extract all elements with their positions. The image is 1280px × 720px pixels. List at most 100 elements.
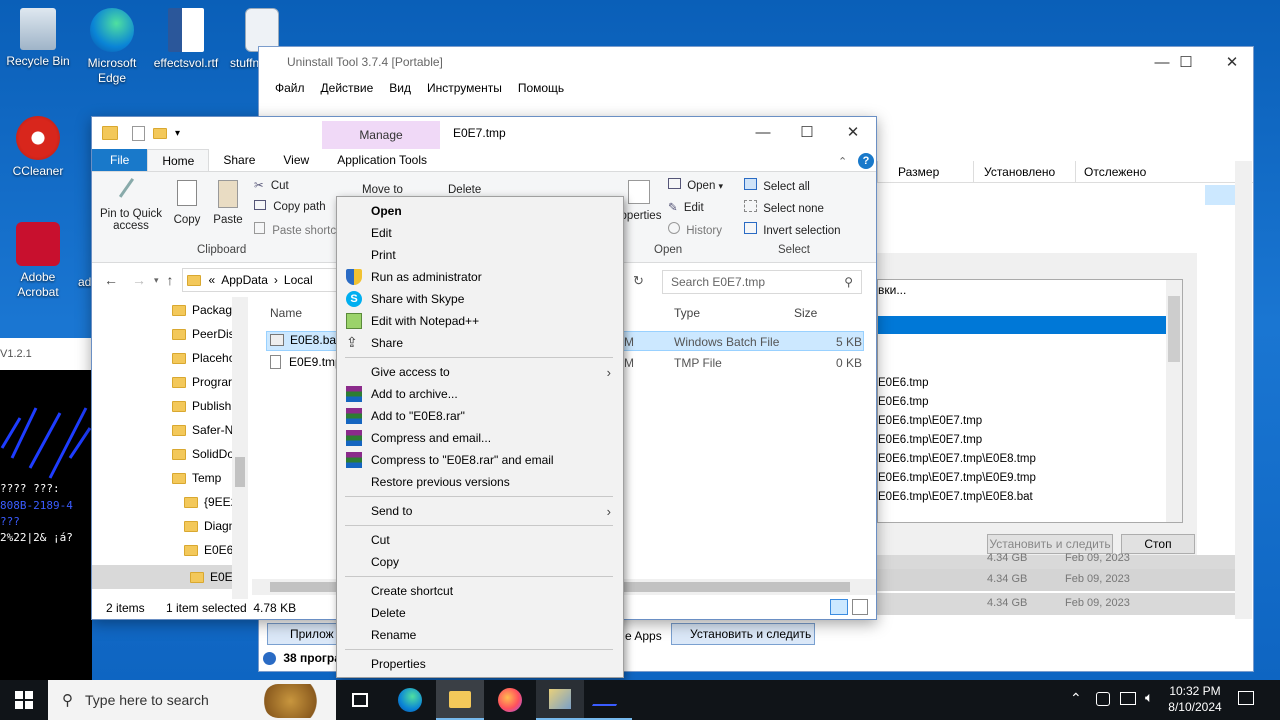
menu-tools[interactable]: Инструменты xyxy=(427,81,502,95)
copy-path-button[interactable]: Copy path xyxy=(254,200,326,213)
desktop-icon-recycle-bin[interactable]: Recycle Bin xyxy=(0,8,76,69)
menu-file[interactable]: Файл xyxy=(275,81,305,95)
maximize-button[interactable]: ☐ xyxy=(1163,47,1209,77)
menu-item-run-as-admin[interactable]: Run as administrator xyxy=(337,266,623,288)
network-icon[interactable] xyxy=(1120,692,1136,705)
tray-chevron-icon[interactable]: ⌃ xyxy=(1070,690,1082,707)
menu-item-compress-email[interactable]: Compress and email... xyxy=(337,427,623,449)
copy-button[interactable]: Copy xyxy=(170,180,204,226)
close-button[interactable]: ✕ xyxy=(1209,47,1255,77)
column-size[interactable]: Размер xyxy=(877,161,973,182)
delete-button[interactable]: Delete xyxy=(448,184,481,196)
menu-item-send-to[interactable]: Send to › xyxy=(337,500,623,522)
menu-item-give-access[interactable]: Give access to › xyxy=(337,361,623,383)
edit-button[interactable]: ✎ Edit xyxy=(668,200,704,214)
explorer-close-button[interactable]: ✕ xyxy=(830,117,876,147)
menu-item-open[interactable]: Open xyxy=(337,200,623,222)
taskbar-search[interactable]: ⚲ Type here to search xyxy=(48,680,336,720)
program-row[interactable]: 4.34 GB Feb 09, 2023 xyxy=(877,569,1235,591)
column-type[interactable]: Type xyxy=(674,306,700,320)
taskbar-explorer[interactable] xyxy=(436,680,484,720)
menu-item-add-rar[interactable]: Add to "E0E8.rar" xyxy=(337,405,623,427)
menu-action[interactable]: Действие xyxy=(321,81,374,95)
back-icon[interactable]: ← xyxy=(104,272,118,288)
tree-item[interactable]: Safer-N xyxy=(172,423,233,437)
explorer-minimize-button[interactable]: — xyxy=(740,117,786,147)
column-installed[interactable]: Установлено xyxy=(973,161,1075,182)
cut-button[interactable]: ✂ Cut xyxy=(254,178,289,192)
move-to-button[interactable]: Move to xyxy=(362,184,403,196)
ut-bottom-tab-install-track[interactable]: Установить и следить xyxy=(671,623,815,645)
desktop-icon-effectsvol[interactable]: effectsvol.rtf xyxy=(148,8,224,71)
file-row[interactable]: E0E8.bat xyxy=(270,333,339,347)
properties-button[interactable]: operties xyxy=(620,180,662,222)
history-button[interactable]: History xyxy=(668,222,722,237)
tree-item[interactable]: Diagn xyxy=(184,519,235,533)
properties-qa-icon[interactable] xyxy=(132,125,145,141)
column-size[interactable]: Size xyxy=(794,306,817,320)
tray-security-icon[interactable] xyxy=(1096,692,1110,706)
desktop-icon-edge[interactable]: Microsoft Edge xyxy=(74,8,150,86)
recent-dropdown-icon[interactable]: ▾ xyxy=(154,275,159,286)
menu-item-copy[interactable]: Copy xyxy=(337,551,623,573)
taskbar-firefox[interactable] xyxy=(486,680,534,720)
up-icon[interactable]: ↑ xyxy=(167,272,174,288)
desktop-icon-acrobat[interactable]: Adobe Acrobat xyxy=(0,222,76,300)
breadcrumb-appdata[interactable]: AppData xyxy=(221,273,268,287)
select-all-button[interactable]: Select all xyxy=(744,178,810,193)
menu-item-restore-versions[interactable]: Restore previous versions xyxy=(337,471,623,493)
volume-icon[interactable]: 🔈︎ xyxy=(1145,689,1153,706)
refresh-icon[interactable]: ↻ xyxy=(633,273,644,289)
tab-application-tools[interactable]: Application Tools xyxy=(323,149,441,171)
clock[interactable]: 10:32 PM 8/10/2024 xyxy=(1164,683,1226,715)
tree-item[interactable]: Publish xyxy=(172,399,231,413)
tab-home[interactable]: Home xyxy=(147,149,210,171)
tree-scrollbar[interactable] xyxy=(232,297,248,599)
menu-item-edit[interactable]: Edit xyxy=(337,222,623,244)
file-row[interactable]: E0E9.tmp xyxy=(270,355,342,369)
taskbar-terminal-app[interactable] xyxy=(584,680,632,720)
menu-item-add-archive[interactable]: Add to archive... xyxy=(337,383,623,405)
ut-scrollbar[interactable] xyxy=(1235,161,1252,619)
search-box[interactable]: Search E0E7.tmp ⚲ xyxy=(662,270,862,294)
tree-item[interactable]: Packag xyxy=(172,303,232,317)
menu-item-properties[interactable]: Properties xyxy=(337,653,623,675)
tree-scroll-thumb[interactable] xyxy=(235,457,245,487)
forward-icon[interactable]: → xyxy=(132,272,146,288)
menu-item-print[interactable]: Print xyxy=(337,244,623,266)
breadcrumb-overflow[interactable]: « xyxy=(209,273,216,287)
start-button[interactable] xyxy=(0,680,48,720)
tab-file[interactable]: File xyxy=(92,149,148,171)
details-view-icon[interactable] xyxy=(830,599,848,615)
desktop-icon-ccleaner[interactable]: CCleaner xyxy=(0,116,76,179)
tab-share[interactable]: Share xyxy=(209,149,269,171)
menu-item-share-skype[interactable]: S Share with Skype xyxy=(337,288,623,310)
menu-item-share[interactable]: ⇪ Share xyxy=(337,332,623,354)
open-button[interactable]: Open ▾ xyxy=(668,178,723,192)
tree-item[interactable]: Placeho xyxy=(172,351,235,365)
ribbon-collapse-icon[interactable]: ⌃ xyxy=(838,155,847,168)
task-view-button[interactable] xyxy=(336,680,384,720)
invert-selection-button[interactable]: Invert selection xyxy=(744,222,841,237)
paste-button[interactable]: Paste xyxy=(210,180,246,226)
menu-item-create-shortcut[interactable]: Create shortcut xyxy=(337,580,623,602)
ut-bottom-tab[interactable]: Прилож xyxy=(267,623,339,645)
tab-view[interactable]: View xyxy=(269,149,323,171)
select-none-button[interactable]: Select none xyxy=(744,200,824,215)
menu-item-delete[interactable]: Delete xyxy=(337,602,623,624)
breadcrumb-local[interactable]: Local xyxy=(284,273,313,287)
menu-view[interactable]: Вид xyxy=(389,81,411,95)
tree-item[interactable]: Prograr xyxy=(172,375,232,389)
pin-quick-access-button[interactable]: Pin to Quick access xyxy=(98,177,164,232)
new-folder-qa-icon[interactable] xyxy=(153,127,167,139)
taskbar-edge[interactable] xyxy=(386,680,434,720)
search-input[interactable]: Search E0E7.tmp xyxy=(671,275,844,289)
menu-item-notepadpp[interactable]: Edit with Notepad++ xyxy=(337,310,623,332)
stop-button[interactable]: Стоп xyxy=(1121,534,1195,554)
manage-context-tab[interactable]: Manage xyxy=(322,121,440,149)
log-scroll-thumb[interactable] xyxy=(1168,296,1180,362)
column-tracked[interactable]: Отслежено xyxy=(1075,161,1171,182)
column-name[interactable]: Name xyxy=(270,306,302,320)
taskbar-uninstall-tool[interactable] xyxy=(536,680,584,720)
log-scrollbar[interactable] xyxy=(1166,280,1182,522)
